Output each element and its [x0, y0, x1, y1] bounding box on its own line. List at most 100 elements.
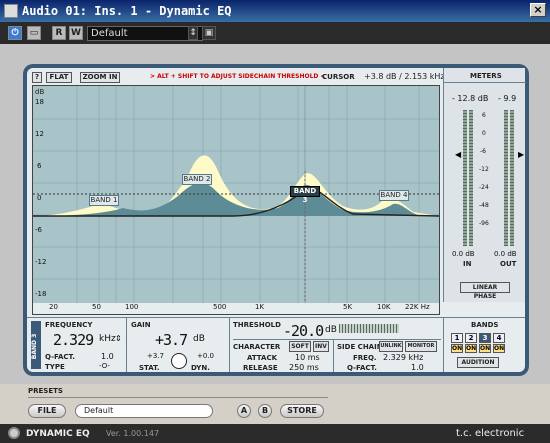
bands-title: BANDS	[471, 321, 499, 329]
attack-value[interactable]: 10 ms	[295, 353, 320, 362]
gain-value[interactable]: +3.7	[155, 331, 188, 349]
band-1-select[interactable]: 1	[451, 333, 463, 343]
tc-logo-icon	[8, 427, 20, 439]
y-tick: 6	[37, 162, 42, 170]
monitor-button[interactable]: MONITOR	[405, 341, 437, 352]
frequency-value[interactable]: 2.329	[53, 331, 94, 349]
meter-scale: -24	[479, 184, 489, 191]
x-tick: 500	[213, 303, 227, 311]
band-4-handle[interactable]: BAND 4	[379, 190, 409, 201]
y-tick: -18	[35, 290, 47, 298]
type-value[interactable]: -O-	[99, 362, 110, 370]
band-3-on[interactable]: ON	[479, 344, 491, 353]
gain-unit: dB	[193, 334, 205, 344]
band-2-on[interactable]: ON	[465, 344, 477, 353]
sidechain-hint: > ALT + SHIFT TO ADJUST SIDECHAIN THRESH…	[150, 73, 326, 80]
power-icon[interactable]: ⏻	[8, 26, 22, 40]
audition-button[interactable]: AUDITION	[457, 357, 499, 368]
band-3-handle[interactable]: BAND 3	[290, 186, 320, 204]
x-tick: 22K Hz	[405, 303, 430, 311]
eq-graph[interactable]: dB 18 12 6 0 -6 -12 -18 BAND 1 BAND 2 BA…	[32, 85, 440, 315]
band-1-on[interactable]: ON	[451, 344, 463, 353]
y-tick: 12	[35, 130, 44, 138]
linear-phase-button[interactable]: LINEAR PHASE	[460, 282, 510, 300]
cursor-readout: +3.8 dB / 2.153 kHz	[364, 72, 445, 81]
in-meter-right	[469, 110, 473, 246]
footer-bar: DYNAMIC EQ Ver. 1.00.147 t.c. electronic	[0, 424, 550, 443]
frequency-stepper-icon[interactable]: ⇕	[115, 334, 122, 343]
help-button[interactable]: ?	[32, 72, 42, 83]
x-tick: 50	[92, 303, 101, 311]
presets-title: PRESETS	[28, 387, 63, 395]
read-button[interactable]: R	[52, 26, 66, 40]
soft-button[interactable]: SOFT	[289, 341, 311, 352]
gain-static-value: +3.7	[147, 352, 164, 360]
window-title: Audio 01: Ins. 1 - Dynamic EQ	[22, 4, 232, 18]
band-4-on[interactable]: ON	[493, 344, 505, 353]
band-2-handle[interactable]: BAND 2	[182, 174, 212, 185]
in-pointer-icon: ◀	[455, 150, 462, 159]
sc-freq-label: FREQ.	[353, 354, 377, 362]
in-peak: - 12.8 dB	[452, 94, 489, 103]
gain-dynamic-value: +0.0	[197, 352, 214, 360]
threshold-unit: dB	[325, 325, 337, 335]
x-tick: 1K	[255, 303, 265, 311]
sc-qfact-label: Q-FACT.	[347, 364, 377, 372]
stat-label: STAT.	[139, 364, 160, 372]
x-tick: 10K	[377, 303, 391, 311]
meter-scale: -96	[479, 220, 489, 227]
plugin-panel: ? FLAT ZOOM IN > ALT + SHIFT TO ADJUST S…	[0, 44, 550, 384]
out-value: 0.0 dB	[494, 250, 517, 258]
band-4-select[interactable]: 4	[493, 333, 505, 343]
out-pointer-icon: ▶	[518, 150, 525, 159]
preset-b-button[interactable]: B	[258, 404, 272, 418]
flat-button[interactable]: FLAT	[46, 72, 72, 83]
gain-knob[interactable]	[171, 353, 187, 369]
attack-label: ATTACK	[247, 354, 278, 362]
title-bar: Audio 01: Ins. 1 - Dynamic EQ ×	[0, 0, 550, 22]
release-label: RELEASE	[243, 364, 278, 372]
bypass-icon[interactable]: ▭	[27, 26, 41, 40]
x-tick: 100	[125, 303, 139, 311]
out-meter-right	[510, 110, 514, 246]
write-button[interactable]: W	[69, 26, 83, 40]
sc-freq-value[interactable]: 2.329 kHz	[383, 353, 423, 362]
meters-title: METERS	[470, 72, 502, 80]
unlink-button[interactable]: UNLINK	[379, 341, 403, 352]
preset-a-button[interactable]: A	[237, 404, 251, 418]
product-name: DYNAMIC EQ	[26, 429, 90, 439]
sc-qfact-value[interactable]: 1.0	[411, 363, 424, 372]
eq-inner: ? FLAT ZOOM IN > ALT + SHIFT TO ADJUST S…	[27, 68, 526, 372]
threshold-value[interactable]: -20.0	[283, 322, 324, 340]
app-icon	[4, 4, 18, 18]
meters-panel: METERS - 12.8 dB - 9.9 ◀ ▶ 6 0 -6 -12 -2…	[443, 68, 526, 302]
band-1-handle[interactable]: BAND 1	[89, 195, 119, 206]
inv-button[interactable]: INV	[313, 341, 329, 352]
band-3-select[interactable]: 3	[479, 333, 491, 343]
file-button[interactable]: FILE	[28, 404, 66, 418]
meter-scale: 6	[482, 112, 486, 119]
preset-select[interactable]: Default	[87, 26, 203, 41]
type-label: TYPE	[45, 363, 65, 371]
threshold-label: THRESHOLD	[233, 321, 281, 329]
y-tick: -6	[35, 226, 42, 234]
in-value: 0.0 dB	[452, 250, 475, 258]
release-value[interactable]: 250 ms	[289, 363, 319, 372]
y-unit: dB	[35, 88, 45, 96]
brand-name: t.c. electronic	[456, 428, 525, 439]
store-button[interactable]: STORE	[280, 404, 324, 418]
zoom-in-button[interactable]: ZOOM IN	[80, 72, 120, 83]
in-meter-left	[463, 110, 467, 246]
save-icon[interactable]: ▣	[202, 26, 216, 40]
meter-scale: -48	[479, 202, 489, 209]
x-tick: 5K	[343, 303, 353, 311]
close-button[interactable]: ×	[530, 3, 546, 17]
graph-header: ? FLAT ZOOM IN > ALT + SHIFT TO ADJUST S…	[32, 72, 445, 84]
qfact-value[interactable]: 1.0	[101, 352, 114, 361]
preset-arrows-icon[interactable]: ↕	[188, 26, 198, 40]
preset-name-field[interactable]: Default	[75, 404, 213, 418]
y-tick: -12	[35, 258, 47, 266]
band-2-select[interactable]: 2	[465, 333, 477, 343]
qfact-label: Q-FACT.	[45, 353, 75, 361]
presets-bar: PRESETS FILE Default A B STORE	[0, 384, 550, 424]
